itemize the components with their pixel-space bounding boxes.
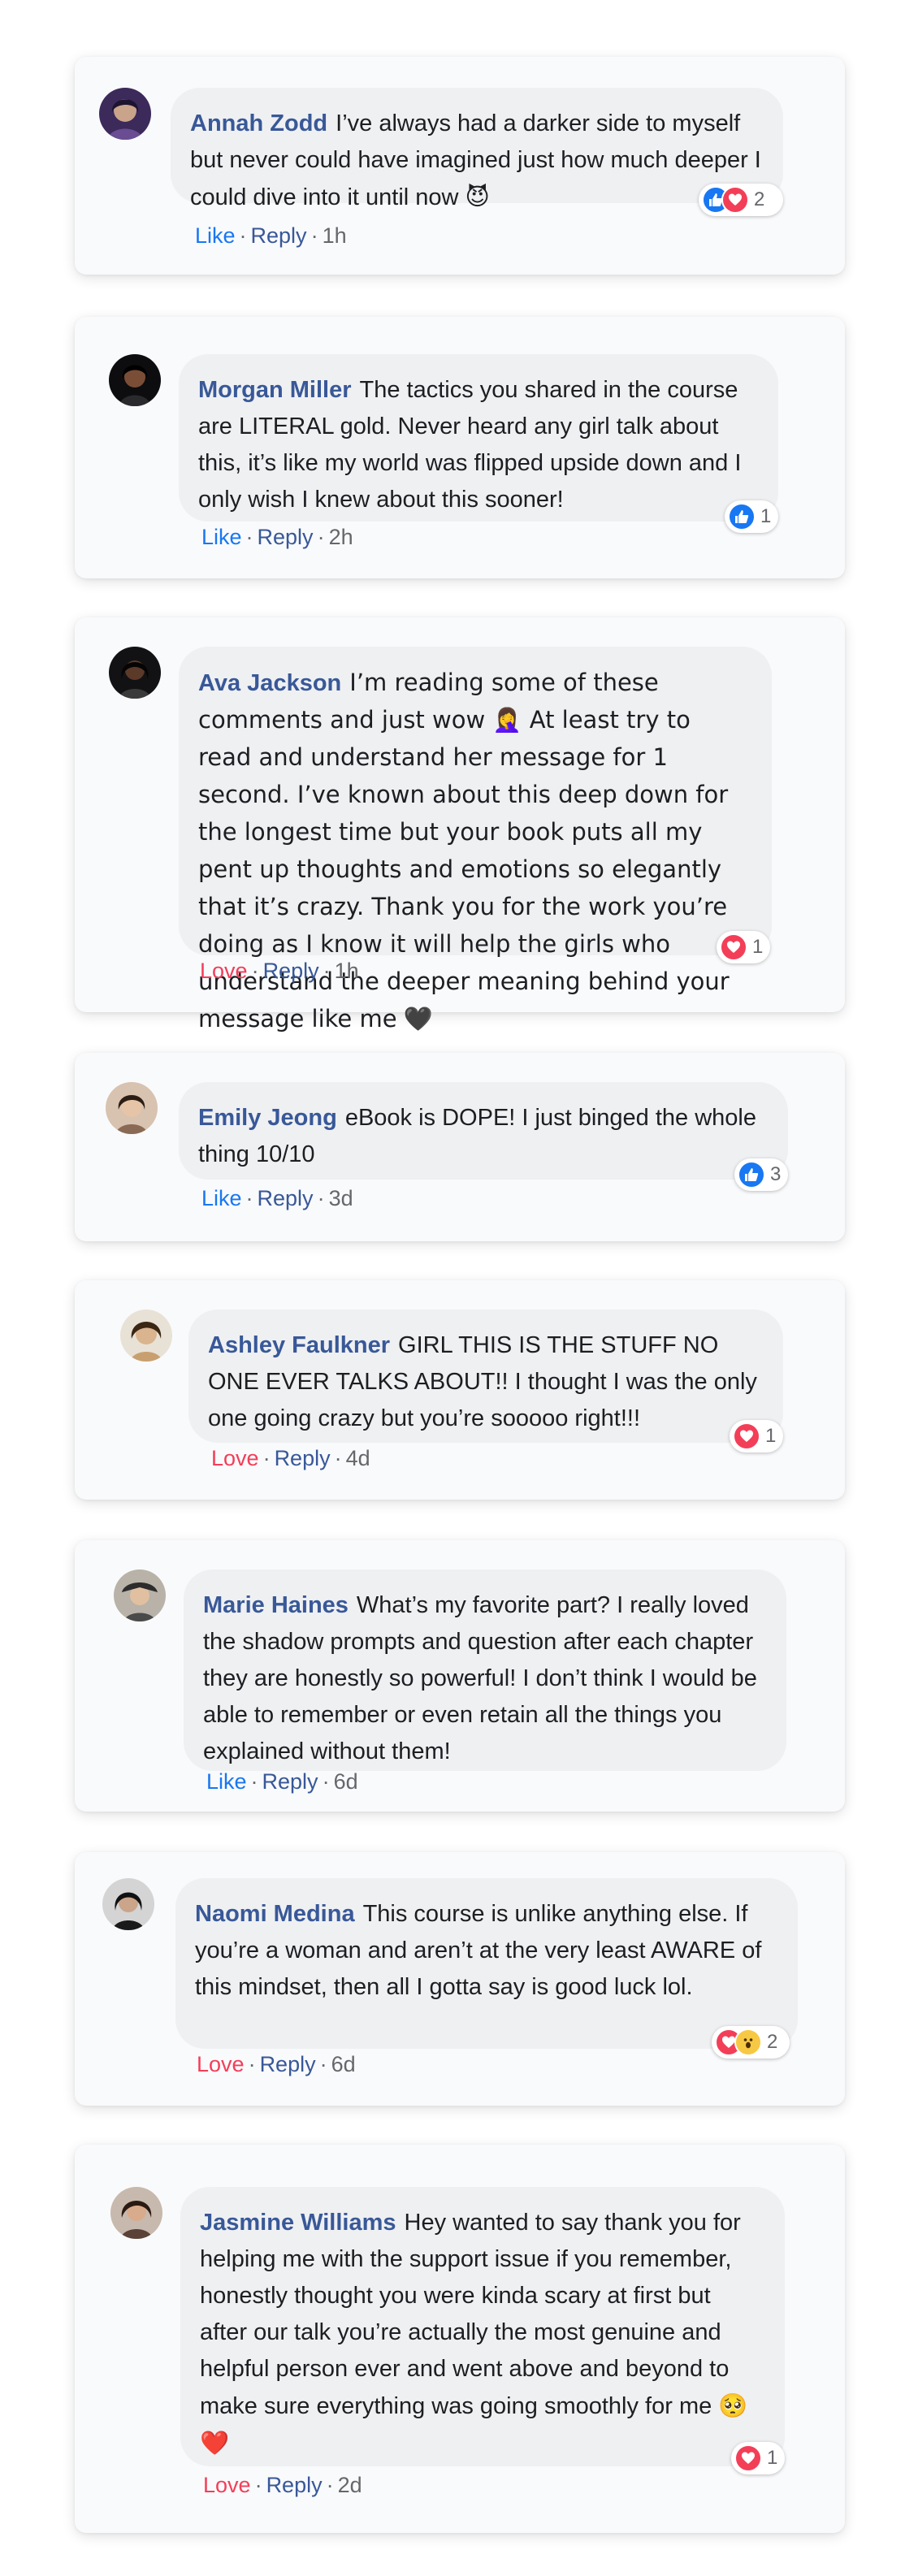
comment-card: Annah Zodd I’ve always had a darker side … [75, 57, 845, 275]
commenter-name[interactable]: Morgan Miller [198, 377, 352, 403]
reply-button[interactable]: Reply [251, 223, 307, 248]
comment-bubble: Naomi Medina This course is unlike anythi… [175, 1878, 798, 2049]
comment-actions: Love · Reply · 1h [200, 959, 359, 983]
commenter-name[interactable]: Naomi Medina [195, 1901, 355, 1927]
reply-button[interactable]: Reply [263, 959, 319, 983]
comment-card: Morgan Miller The tactics you shared in t… [75, 317, 845, 578]
comment-actions: Love · Reply · 6d [197, 2052, 356, 2076]
reply-button[interactable]: Reply [266, 2473, 323, 2497]
love-reaction-icon [733, 1422, 760, 1450]
timestamp[interactable]: 1h [323, 223, 347, 248]
reaction-count: 3 [770, 1163, 782, 1185]
reaction-summary[interactable]: 2 [712, 2026, 790, 2059]
love-button[interactable]: Love [211, 1446, 259, 1470]
wow-reaction-icon [734, 2028, 762, 2056]
reaction-count: 1 [765, 1425, 777, 1447]
comment-bubble: Ava Jackson I’m reading some of these com… [179, 647, 772, 1033]
commenter-name[interactable]: Jasmine Williams [200, 2210, 396, 2236]
commenter-name[interactable]: Emily Jeong [198, 1105, 337, 1131]
commenter-name[interactable]: Annah Zodd [190, 110, 327, 136]
love-button[interactable]: Love [197, 2052, 245, 2076]
avatar[interactable] [120, 1310, 172, 1362]
love-button[interactable]: Love [200, 959, 248, 983]
comment-actions: Love · Reply · 4d [211, 1446, 370, 1470]
comment-emoji: 😈 [465, 183, 490, 210]
comment-bubble: Emily Jeong eBook is DOPE! I just binged … [179, 1082, 788, 1180]
reaction-summary[interactable]: 1 [725, 500, 778, 533]
reaction-count: 1 [767, 2447, 778, 2469]
reaction-summary[interactable]: 2 [699, 184, 783, 216]
avatar[interactable] [109, 354, 161, 406]
reaction-count: 2 [754, 188, 765, 210]
comment-bubble: Annah Zodd I’ve always had a darker side … [171, 88, 783, 210]
avatar[interactable] [109, 647, 161, 699]
like-button[interactable]: Like [201, 525, 242, 549]
comment-bubble: Ashley Faulkner GIRL THIS IS THE STUFF NO… [188, 1310, 783, 1443]
like-button[interactable]: Like [206, 1769, 247, 1794]
timestamp[interactable]: 2h [329, 525, 353, 549]
like-button[interactable]: Like [195, 223, 236, 248]
timestamp[interactable]: 2d [338, 2473, 362, 2497]
timestamp[interactable]: 3d [329, 1186, 353, 1210]
reaction-summary[interactable]: 1 [731, 2442, 785, 2474]
commenter-name[interactable]: Ava Jackson [198, 670, 341, 696]
reaction-count: 1 [752, 936, 764, 958]
avatar[interactable] [114, 1569, 166, 1621]
comment-text: Hey wanted to say thank you for helping … [200, 2210, 741, 2419]
comment-bubble: Marie Haines What’s my favorite part? I r… [184, 1569, 786, 1771]
comment-card: Ava Jackson I’m reading some of these com… [75, 617, 845, 1033]
comment-bubble: Jasmine Williams Hey wanted to say thank … [180, 2187, 785, 2466]
reaction-summary[interactable]: 3 [734, 1158, 788, 1191]
avatar[interactable] [102, 1878, 154, 1930]
comment-card: Naomi Medina This course is unlike anythi… [75, 1852, 845, 2106]
timestamp[interactable]: 1h [335, 959, 359, 983]
comment-card: Ashley Faulkner GIRL THIS IS THE STUFF NO… [75, 1280, 845, 1500]
timestamp[interactable]: 4d [346, 1446, 370, 1470]
comment-actions: Like · Reply · 1h [195, 223, 347, 248]
reply-button[interactable]: Reply [260, 2052, 316, 2076]
reaction-count: 1 [760, 505, 772, 527]
reply-button[interactable]: Reply [258, 525, 314, 549]
love-reaction-icon [734, 2444, 762, 2472]
love-button[interactable]: Love [203, 2473, 251, 2497]
comment-actions: Like · Reply · 6d [206, 1769, 358, 1794]
comment-bubble: Morgan Miller The tactics you shared in t… [179, 354, 778, 522]
reaction-count: 2 [767, 2031, 778, 2053]
comment-actions: Like · Reply · 3d [201, 1186, 353, 1210]
reply-button[interactable]: Reply [262, 1769, 318, 1794]
reply-button[interactable]: Reply [258, 1186, 314, 1210]
avatar[interactable] [106, 1082, 158, 1134]
commenter-name[interactable]: Marie Haines [203, 1592, 349, 1618]
comment-card: Jasmine Williams Hey wanted to say thank … [75, 2145, 845, 2533]
reaction-summary[interactable]: 1 [730, 1420, 783, 1453]
comment-actions: Love · Reply · 2d [203, 2473, 362, 2497]
avatar[interactable] [99, 88, 151, 140]
love-reaction-icon [721, 186, 749, 214]
comment-card: Emily Jeong eBook is DOPE! I just binged … [75, 1053, 845, 1241]
reaction-summary[interactable]: 1 [717, 931, 770, 963]
like-reaction-icon [728, 503, 756, 530]
avatar[interactable] [110, 2187, 162, 2239]
love-reaction-icon [720, 933, 747, 961]
like-button[interactable]: Like [201, 1186, 242, 1210]
comment-actions: Like · Reply · 2h [201, 525, 353, 549]
reply-button[interactable]: Reply [275, 1446, 331, 1470]
comment-card: Marie Haines What’s my favorite part? I r… [75, 1540, 845, 1812]
like-reaction-icon [738, 1161, 765, 1188]
commenter-name[interactable]: Ashley Faulkner [208, 1332, 390, 1358]
comment-emoji: 🖤 [403, 1005, 433, 1033]
timestamp[interactable]: 6d [331, 2052, 356, 2076]
timestamp[interactable]: 6d [334, 1769, 358, 1794]
